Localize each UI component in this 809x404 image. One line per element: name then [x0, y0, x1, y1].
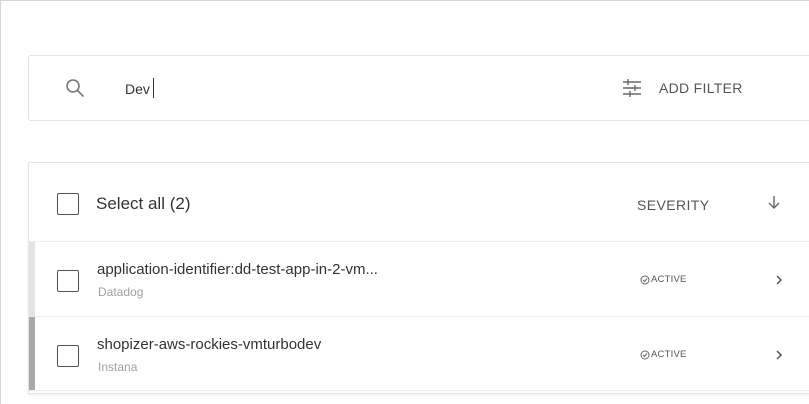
- select-all-checkbox[interactable]: [57, 193, 79, 215]
- row-severity-bar: [29, 317, 35, 390]
- search-icon: [66, 79, 84, 97]
- status-badge: ACTIVE: [640, 274, 687, 285]
- sort-severity-button[interactable]: SEVERITY: [637, 197, 709, 213]
- chevron-right-icon[interactable]: [774, 348, 784, 362]
- list-item[interactable]: shopizer-aws-rockies-vmturbodev Instana …: [29, 316, 809, 391]
- search-bar: ADD FILTER: [28, 55, 809, 121]
- chevron-right-icon[interactable]: [774, 273, 784, 287]
- text-caret: [153, 78, 154, 98]
- arrow-down-icon[interactable]: [767, 194, 781, 212]
- add-filter-label: ADD FILTER: [659, 80, 743, 96]
- row-title[interactable]: application-identifier:dd-test-app-in-2-…: [97, 261, 378, 278]
- row-checkbox[interactable]: [57, 345, 79, 367]
- results-list: Select all (2) SEVERITY application-iden…: [28, 162, 809, 394]
- content-frame: ADD FILTER Select all (2) SEVERITY appli…: [0, 0, 809, 404]
- search-input[interactable]: [125, 76, 505, 102]
- row-checkbox[interactable]: [57, 270, 79, 292]
- list-header: Select all (2) SEVERITY: [29, 163, 809, 241]
- sliders-icon: [623, 79, 641, 97]
- check-circle-icon: [640, 350, 650, 359]
- check-circle-icon: [640, 275, 650, 284]
- list-item[interactable]: application-identifier:dd-test-app-in-2-…: [29, 241, 809, 316]
- row-title[interactable]: shopizer-aws-rockies-vmturbodev: [97, 336, 321, 353]
- status-label: ACTIVE: [651, 274, 687, 285]
- status-badge: ACTIVE: [640, 349, 687, 360]
- status-label: ACTIVE: [651, 349, 687, 360]
- add-filter-button[interactable]: ADD FILTER: [621, 72, 743, 104]
- select-all-label[interactable]: Select all (2): [96, 194, 190, 214]
- row-source: Instana: [98, 360, 138, 374]
- row-source: Datadog: [98, 285, 144, 299]
- row-severity-bar: [29, 242, 35, 316]
